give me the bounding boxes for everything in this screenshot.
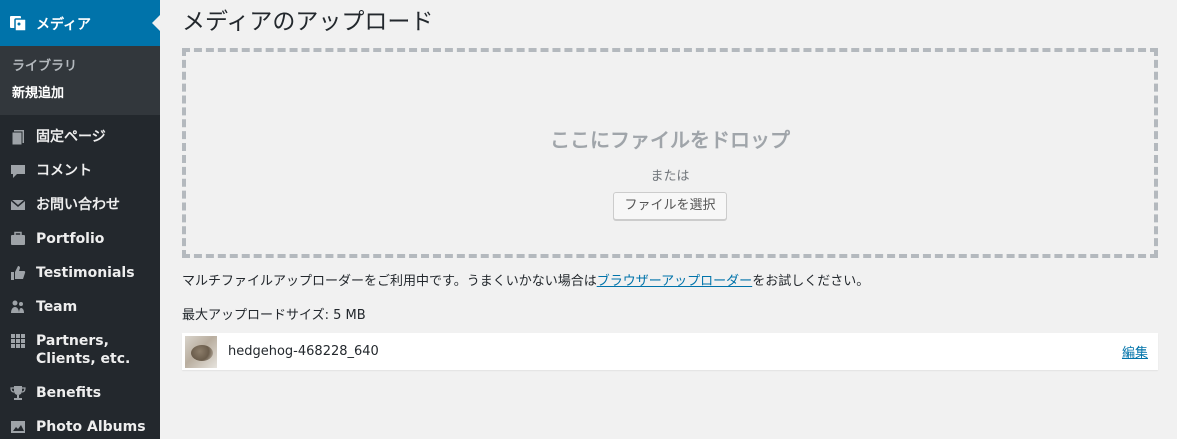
uploader-note-text: マルチファイルアップローダーをご利用中です。うまくいかない場合は <box>182 274 597 289</box>
sidebar-item-label: Partners, Clients, etc. <box>36 333 131 367</box>
trophy-icon <box>9 384 27 402</box>
page-icon <box>9 128 27 146</box>
sidebar-item-team[interactable]: Team <box>0 290 160 324</box>
sidebar-item-testimonials[interactable]: Testimonials <box>0 256 160 290</box>
sidebar-item-label: Portfolio <box>36 231 105 247</box>
page-title: メディアのアップロード <box>182 9 434 35</box>
sidebar-item-label: 固定ページ <box>36 129 106 145</box>
media-submenu: ライブラリ 新規追加 <box>0 46 160 115</box>
media-filename: hedgehog-468228_640 <box>228 344 379 359</box>
admin-sidebar: メディア ライブラリ 新規追加 固定ページ コメント お問い合わせ Portfo… <box>0 0 160 439</box>
briefcase-icon <box>9 230 27 248</box>
sidebar-item-partners[interactable]: Partners, Clients, etc. <box>0 324 160 376</box>
drop-zone[interactable]: ここにファイルをドロップ または ファイルを選択 <box>182 48 1158 258</box>
sidebar-item-label: Benefits <box>36 385 102 401</box>
drop-zone-or: または <box>650 169 690 184</box>
select-files-button[interactable]: ファイルを選択 <box>613 192 727 220</box>
sidebar-item-label: メディア <box>36 17 92 33</box>
thumbs-up-icon <box>9 264 27 282</box>
comment-icon <box>9 162 27 180</box>
sidebar-item-contact[interactable]: お問い合わせ <box>0 188 160 222</box>
sidebar-item-media[interactable]: メディア <box>0 0 160 46</box>
sidebar-menu-list: 固定ページ コメント お問い合わせ Portfolio Testimonials <box>0 115 160 439</box>
sidebar-item-comments[interactable]: コメント <box>0 154 160 188</box>
sidebar-item-label: お問い合わせ <box>36 197 120 213</box>
sidebar-item-label: Team <box>36 299 78 315</box>
uploaded-media-item: hedgehog-468228_640 編集 <box>182 333 1158 370</box>
uploader-note-text-end: をお試しください。 <box>752 274 870 289</box>
grid-icon <box>9 332 27 350</box>
media-icon <box>9 14 27 32</box>
sidebar-item-label: Testimonials <box>36 265 135 281</box>
media-thumbnail <box>185 335 217 368</box>
sidebar-item-label: コメント <box>36 163 92 179</box>
browser-uploader-link[interactable]: ブラウザーアップローダー <box>597 274 752 289</box>
photo-album-icon <box>9 418 27 436</box>
mail-icon <box>9 196 27 214</box>
drop-zone-title: ここにファイルをドロップ <box>550 128 790 152</box>
sidebar-item-label: Photo Albums <box>36 419 146 435</box>
max-upload-size: 最大アップロードサイズ: 5 MB <box>182 308 366 323</box>
submenu-item-library[interactable]: ライブラリ <box>0 53 160 80</box>
sidebar-item-photo-albums[interactable]: Photo Albums <box>0 410 160 439</box>
team-icon <box>9 298 27 316</box>
submenu-item-add-new[interactable]: 新規追加 <box>0 80 160 107</box>
uploader-note: マルチファイルアップローダーをご利用中です。うまくいかない場合はブラウザーアップ… <box>182 270 869 289</box>
sidebar-item-benefits[interactable]: Benefits <box>0 376 160 410</box>
sidebar-item-portfolio[interactable]: Portfolio <box>0 222 160 256</box>
sidebar-item-pages[interactable]: 固定ページ <box>0 120 160 154</box>
edit-link[interactable]: 編集 <box>1122 342 1148 361</box>
